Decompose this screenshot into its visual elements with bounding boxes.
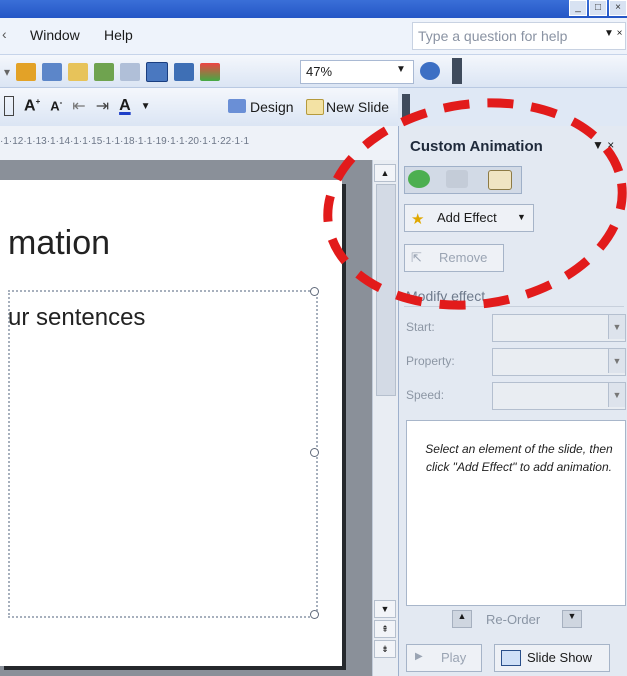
- speed-label: Speed:: [406, 388, 445, 402]
- design-icon: [228, 99, 246, 113]
- minimize-button[interactable]: _: [569, 0, 587, 16]
- speed-dropdown-icon[interactable]: ▼: [608, 383, 625, 407]
- property-select[interactable]: [492, 348, 626, 376]
- menu-window[interactable]: Window: [30, 27, 80, 43]
- play-icon: ▶: [415, 651, 423, 662]
- insert-chart-icon[interactable]: [16, 63, 37, 81]
- font-color-icon[interactable]: A: [119, 97, 131, 115]
- play-label: Play: [441, 650, 467, 665]
- annotation-circle: [323, 98, 627, 310]
- resize-handle[interactable]: [310, 448, 319, 457]
- start-label: Start:: [406, 320, 435, 334]
- slide-show-icon: [501, 650, 521, 666]
- formatting-toolbar-icons: A+ A- ⇤ ⇥ A ▼: [4, 96, 151, 116]
- window-controls: _ □ ×: [569, 0, 627, 16]
- zoom-value: 47%: [306, 64, 333, 79]
- menu-separator-icon: ‹: [2, 26, 7, 42]
- toolbar-options-icon[interactable]: [452, 58, 462, 84]
- slide-body-text[interactable]: ur sentences: [8, 304, 145, 332]
- animation-hint: Select an element of the slide, then cli…: [425, 442, 613, 474]
- reorder-label: Re-Order: [486, 612, 541, 627]
- window-titlebar: [0, 0, 627, 18]
- close-button[interactable]: ×: [609, 0, 627, 16]
- open-icon[interactable]: [68, 63, 89, 81]
- insert-clipart-icon[interactable]: [94, 63, 115, 81]
- standard-toolbar-icons: ▾: [4, 62, 221, 82]
- move-up-icon[interactable]: ▲: [452, 610, 472, 628]
- decrease-font-icon[interactable]: A-: [50, 98, 62, 113]
- menu-help[interactable]: Help: [104, 27, 133, 43]
- content-placeholder[interactable]: [8, 290, 318, 618]
- show-formatting-icon[interactable]: [146, 62, 169, 82]
- insert-table-icon[interactable]: [42, 63, 63, 81]
- play-button[interactable]: ▶ Play: [406, 644, 482, 672]
- increase-indent-icon[interactable]: ⇥: [96, 96, 109, 116]
- slide-title[interactable]: mation: [8, 224, 110, 263]
- slide-show-label: Slide Show: [527, 650, 593, 665]
- toolbar-overflow-icon[interactable]: ▾: [4, 65, 10, 79]
- design-button[interactable]: Design: [250, 99, 294, 115]
- scroll-down-button[interactable]: ▼: [374, 600, 396, 618]
- help-dropdown-icon[interactable]: ▼ ×: [604, 28, 623, 39]
- ruler-ticks: ·1·12·1·13·1·14·1·1·15·1·1·18·1·1·19·1·1…: [0, 136, 249, 147]
- grid-icon[interactable]: [174, 63, 195, 81]
- help-icon[interactable]: [420, 62, 440, 80]
- property-label: Property:: [406, 354, 455, 368]
- color-grayscale-icon[interactable]: [200, 63, 221, 81]
- property-dropdown-icon[interactable]: ▼: [608, 349, 625, 373]
- align-icon[interactable]: [4, 96, 14, 116]
- resize-handle[interactable]: [310, 610, 319, 619]
- restore-button[interactable]: □: [589, 0, 607, 16]
- decrease-indent-icon[interactable]: ⇤: [72, 96, 85, 116]
- help-search-input[interactable]: Type a question for help: [418, 28, 567, 44]
- next-slide-button[interactable]: ⇟: [374, 640, 396, 658]
- move-down-icon[interactable]: ▼: [562, 610, 582, 628]
- expand-all-icon[interactable]: [120, 63, 141, 81]
- previous-slide-button[interactable]: ⇞: [374, 620, 396, 638]
- speed-select[interactable]: [492, 382, 626, 410]
- zoom-dropdown-icon[interactable]: ▼: [396, 64, 406, 75]
- slide-show-button[interactable]: Slide Show: [494, 644, 610, 672]
- increase-font-icon[interactable]: A+: [24, 97, 40, 115]
- font-color-dropdown-icon[interactable]: ▼: [141, 101, 151, 112]
